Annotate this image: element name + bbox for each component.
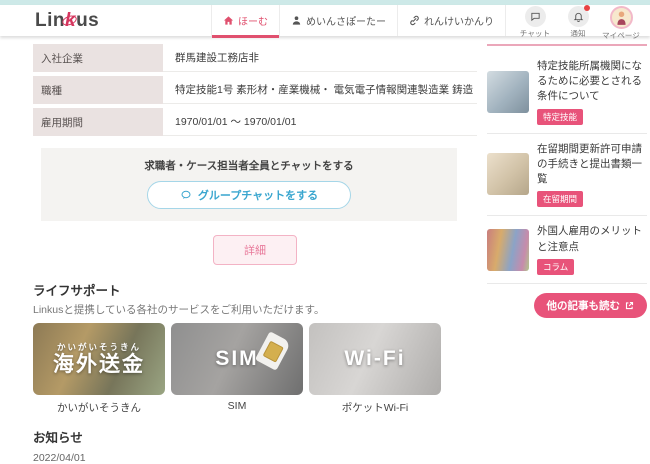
article-title: 在留期間更新許可申請の手続きと提出書類一覧 <box>537 142 642 186</box>
external-link-icon <box>625 301 634 310</box>
article-thumbnail <box>487 70 529 113</box>
nav-main-supporter[interactable]: めいんさぽーたー <box>279 5 397 36</box>
news-title: お知らせ <box>33 431 83 445</box>
remittance-photo: かいがいそうきん 海外送金 <box>33 323 165 395</box>
article-thumbnail <box>487 228 529 271</box>
news-date: 2022/04/01 <box>33 452 86 464</box>
logo-k-swoosh: k <box>65 9 77 31</box>
main-column: 入社企業 群馬建設工務店非 職種 特定技能1号 素形材・産業機械・ 電気電子情報… <box>10 44 477 464</box>
detail-button-wrap: 詳細 <box>33 235 477 265</box>
chat-label: チャット <box>519 29 551 38</box>
more-articles-label: 他の記事も読む <box>546 299 621 312</box>
wifi-photo: Wi-Fi <box>309 323 441 395</box>
row-value: 1970/01/01 ～ 1970/01/01 <box>163 108 477 136</box>
sidebar: 特定技能所属機関になるために必要とされる条件について 特定技能 在留期間更新許可… <box>487 44 647 464</box>
logo-text-us: us <box>76 9 100 31</box>
nav-main-supporter-label: めいんさぽーたー <box>306 17 386 28</box>
main-nav: ほーむ めいんさぽーたー れんけいかんり チャット 通知 マイページ <box>211 5 642 40</box>
table-row: 雇用期間 1970/01/01 ～ 1970/01/01 <box>33 108 477 136</box>
table-row: 入社企業 群馬建設工務店非 <box>33 44 477 72</box>
sim-photo: SIM <box>171 323 303 395</box>
group-chat-button[interactable]: グループチャットをする <box>146 181 352 209</box>
article-item[interactable]: 特定技能所属機関になるために必要とされる条件について 特定技能 <box>487 51 647 134</box>
row-label: 職種 <box>33 76 163 104</box>
row-label: 入社企業 <box>33 44 163 72</box>
article-tag-badge: 特定技能 <box>537 108 584 125</box>
chat-section-caption: 求職者・ケース担当者全員とチャットをする <box>144 160 354 172</box>
row-label: 雇用期間 <box>33 108 163 136</box>
life-support-subtitle: Linkusと提携している各社のサービスをご利用いただけます。 <box>33 304 325 316</box>
logo-text-lin: Lin <box>35 9 65 31</box>
card-overlay-large: 海外送金 <box>53 353 145 377</box>
card-caption: SIM <box>227 400 247 412</box>
link-icon <box>409 15 420 26</box>
card-overlay-large: Wi-Fi <box>344 347 406 371</box>
avatar <box>609 6 633 29</box>
bell-icon <box>567 5 590 27</box>
header: Lin k us ほーむ めいんさぽーたー れんけいかんり チャット 通知 マイ… <box>0 5 650 40</box>
chat-bubble-icon <box>524 6 546 27</box>
detail-button[interactable]: 詳細 <box>213 235 297 265</box>
logo[interactable]: Lin k us <box>35 10 99 32</box>
chat-button[interactable]: チャット <box>518 6 552 39</box>
nav-linkage[interactable]: れんけいかんり <box>397 5 505 36</box>
row-value: 群馬建設工務店非 <box>163 44 477 72</box>
article-title: 外国人雇用のメリットと注意点 <box>537 225 642 253</box>
article-thumbnail <box>487 153 529 196</box>
article-tag-badge: コラム <box>537 258 575 275</box>
card-pocket-wifi[interactable]: Wi-Fi ポケットWi-Fi <box>309 323 441 415</box>
card-overlay-small: かいがいそうきん <box>56 342 141 353</box>
profile-table: 入社企業 群馬建設工務店非 職種 特定技能1号 素形材・産業機械・ 電気電子情報… <box>33 44 477 136</box>
group-chat-button-label: グループチャットをする <box>197 190 319 202</box>
service-cards: かいがいそうきん 海外送金 かいがいそうきん SIM SIM Wi-Fi ポケッ… <box>33 323 477 415</box>
article-tag-badge: 在留期間 <box>537 191 584 208</box>
article-title: 特定技能所属機関になるために必要とされる条件について <box>537 60 642 103</box>
nav-home-label: ほーむ <box>238 17 268 28</box>
chat-section: 求職者・ケース担当者全員とチャットをする グループチャットをする <box>41 148 457 221</box>
card-caption: かいがいそうきん <box>57 402 141 414</box>
notification-label: 通知 <box>570 29 586 38</box>
home-icon <box>223 15 234 26</box>
notification-badge-dot <box>583 5 590 11</box>
notification-button[interactable]: 通知 <box>561 5 595 39</box>
nav-linkage-label: れんけいかんり <box>424 17 494 28</box>
article-item[interactable]: 外国人雇用のメリットと注意点 コラム <box>487 216 647 284</box>
page-body: 入社企業 群馬建設工務店非 職種 特定技能1号 素形材・産業機械・ 電気電子情報… <box>0 36 650 464</box>
mypage-button[interactable]: マイページ <box>602 6 640 41</box>
sim-card-icon <box>254 331 292 371</box>
more-articles-wrap: 他の記事も読む <box>487 292 647 318</box>
life-support-title: ライフサポート <box>33 284 121 298</box>
article-item[interactable]: 在留期間更新許可申請の手続きと提出書類一覧 在留期間 <box>487 134 647 217</box>
person-icon <box>291 15 302 26</box>
chat-bubble-icon <box>180 189 192 201</box>
nav-home[interactable]: ほーむ <box>211 5 279 38</box>
mypage-label: マイページ <box>602 31 640 40</box>
more-articles-button[interactable]: 他の記事も読む <box>533 292 647 318</box>
header-icon-group: チャット 通知 マイページ <box>505 5 642 40</box>
card-caption: ポケットWi-Fi <box>341 402 409 414</box>
table-row: 職種 特定技能1号 素形材・産業機械・ 電気電子情報関連製造業 鋳造 <box>33 76 477 104</box>
card-overlay-large: SIM <box>215 347 259 371</box>
card-overseas-remittance[interactable]: かいがいそうきん 海外送金 かいがいそうきん <box>33 323 165 415</box>
row-value: 特定技能1号 素形材・産業機械・ 電気電子情報関連製造業 鋳造 <box>163 76 477 104</box>
card-sim[interactable]: SIM SIM <box>171 323 303 415</box>
